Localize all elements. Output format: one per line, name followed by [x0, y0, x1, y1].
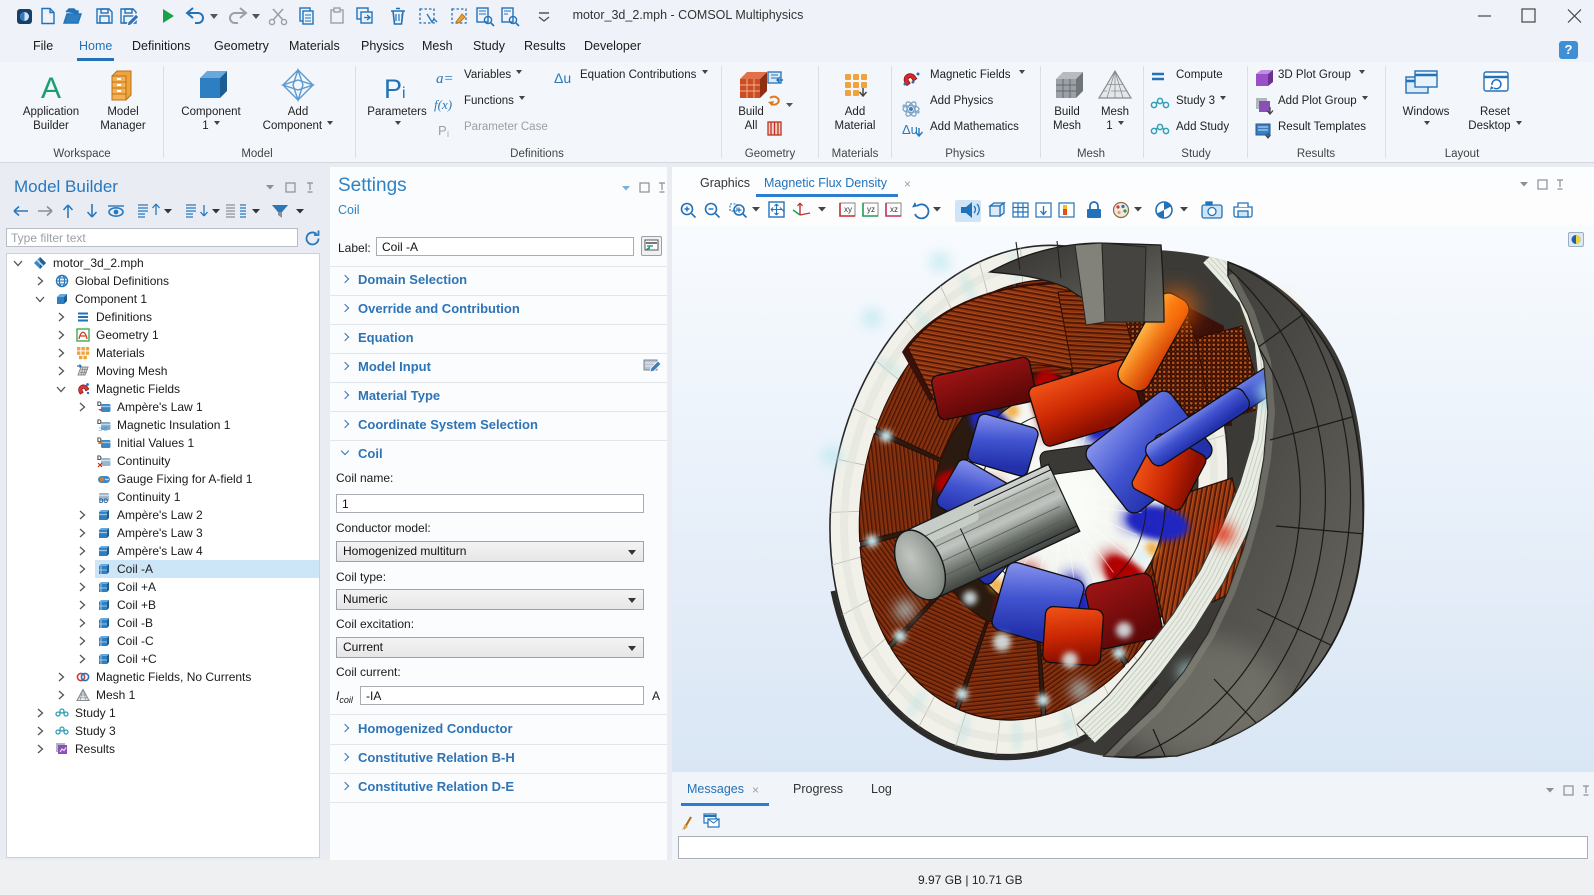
svg-text:Coil +C: Coil +C [117, 652, 157, 666]
svg-text:Coil +B: Coil +B [117, 598, 156, 612]
svg-text:Materials: Materials [96, 346, 145, 360]
svg-text:yz: yz [867, 205, 875, 214]
svg-text:DO: DO [99, 499, 108, 505]
svg-text:Mesh 1: Mesh 1 [96, 688, 136, 702]
svg-text:i: i [447, 129, 449, 139]
svg-text:i: i [402, 85, 406, 102]
svg-text:Δu: Δu [902, 122, 918, 137]
svg-text:Coil -B: Coil -B [117, 616, 153, 630]
svg-text:⊃⊂: ⊃⊂ [98, 427, 108, 433]
svg-text:Coil +A: Coil +A [117, 580, 156, 594]
svg-text:Magnetic Fields: Magnetic Fields [96, 382, 180, 396]
svg-text:Magnetic Insulation 1: Magnetic Insulation 1 [117, 418, 231, 432]
svg-text:P: P [438, 123, 447, 138]
svg-text:Definitions: Definitions [96, 310, 152, 324]
svg-text:Component 1: Component 1 [75, 292, 147, 306]
svg-text:xz: xz [890, 205, 898, 214]
svg-text:motor_3d_2.mph: motor_3d_2.mph [53, 256, 144, 270]
svg-text:Δu: Δu [554, 70, 571, 86]
svg-text:Coil -A: Coil -A [117, 562, 153, 576]
svg-text:Geometry 1: Geometry 1 [96, 328, 159, 342]
svg-text:Ampère's Law 1: Ampère's Law 1 [117, 400, 203, 414]
svg-text:A: A [41, 72, 61, 105]
svg-text:Results: Results [75, 742, 115, 756]
svg-text:a=: a= [436, 71, 454, 87]
svg-text:xy: xy [844, 205, 852, 214]
svg-text:Continuity: Continuity [117, 454, 170, 468]
svg-text:Ampère's Law 2: Ampère's Law 2 [117, 508, 203, 522]
svg-text:Study 3: Study 3 [75, 724, 116, 738]
svg-text:Ampère's Law 4: Ampère's Law 4 [117, 544, 203, 558]
svg-text:P: P [384, 74, 402, 104]
svg-text:Moving Mesh: Moving Mesh [96, 364, 167, 378]
svg-text:Magnetic Fields, No Currents: Magnetic Fields, No Currents [96, 670, 251, 684]
svg-text:Gauge Fixing for A-field 1: Gauge Fixing for A-field 1 [117, 472, 253, 486]
svg-text:Ampère's Law 3: Ampère's Law 3 [117, 526, 203, 540]
svg-text:Study 1: Study 1 [75, 706, 116, 720]
svg-text:Coil -C: Coil -C [117, 634, 154, 648]
svg-text:Global Definitions: Global Definitions [75, 274, 169, 288]
svg-text:Initial Values 1: Initial Values 1 [117, 436, 194, 450]
svg-text:f(x): f(x) [434, 97, 452, 112]
svg-text:Continuity 1: Continuity 1 [117, 490, 181, 504]
